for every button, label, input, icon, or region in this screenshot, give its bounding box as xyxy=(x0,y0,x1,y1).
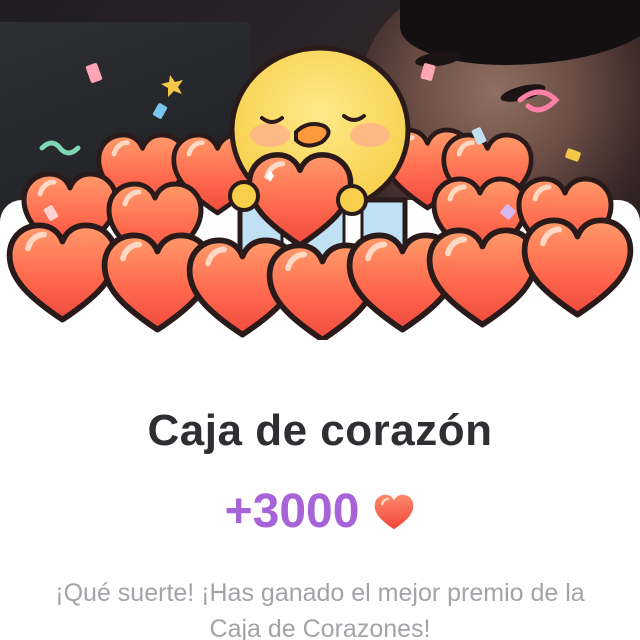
reward-amount-row: +3000 xyxy=(0,484,640,539)
heart-decoration xyxy=(10,225,116,319)
reward-message: ¡Qué suerte! ¡Has ganado el mejor premio… xyxy=(55,579,585,640)
heart-box-illustration xyxy=(0,45,640,340)
heart-decoration xyxy=(525,220,631,314)
reward-amount: +3000 xyxy=(224,485,360,538)
heart-icon xyxy=(375,494,414,529)
reward-screen: Caja de corazón +3000 ¡Qué suerte! ¡Has … xyxy=(0,0,640,640)
heart-decoration xyxy=(430,230,536,324)
reward-title: Caja de corazón xyxy=(147,406,493,455)
